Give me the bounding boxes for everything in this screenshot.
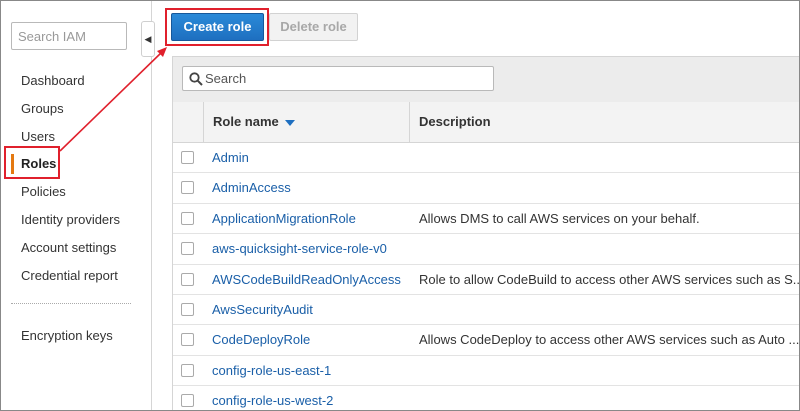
row-checkbox[interactable] <box>181 363 194 377</box>
sidebar-collapse-toggle[interactable]: ◀ <box>141 21 155 57</box>
sidebar: Dashboard Groups Users Roles Policies Id… <box>1 1 152 410</box>
sidebar-item-account-settings[interactable]: Account settings <box>1 234 151 262</box>
table-row: ApplicationMigrationRole Allows DMS to ca… <box>173 204 799 235</box>
column-separator <box>203 102 204 142</box>
role-name-link[interactable]: config-role-us-east-1 <box>212 356 331 386</box>
role-description: Role to allow CodeBuild to access other … <box>419 271 800 287</box>
row-checkbox[interactable] <box>181 242 194 256</box>
role-search-box[interactable] <box>182 66 494 91</box>
column-header-label: Role name <box>213 114 279 129</box>
delete-role-button: Delete role <box>269 13 358 41</box>
table-body: Admin AdminAccess ApplicationMigrationRo… <box>173 143 800 410</box>
iam-console: Dashboard Groups Users Roles Policies Id… <box>0 0 800 411</box>
role-search-input[interactable] <box>205 70 485 87</box>
table-filter-bar <box>173 57 799 103</box>
table-row: config-role-us-west-2 <box>173 386 799 410</box>
row-checkbox[interactable] <box>181 272 194 286</box>
column-header-role-name[interactable]: Role name <box>213 102 295 142</box>
sidebar-item-groups[interactable]: Groups <box>1 95 151 123</box>
table-row: AdminAccess <box>173 173 799 204</box>
table-row: AWSCodeBuildReadOnlyAccess Role to allow … <box>173 265 800 295</box>
role-description: Allows DMS to call AWS services on your … <box>419 210 700 226</box>
table-row: Admin <box>173 143 799 174</box>
sidebar-item-encryption-keys[interactable]: Encryption keys <box>21 322 113 349</box>
sidebar-divider <box>11 303 131 304</box>
table-row: config-role-us-east-1 <box>173 356 799 387</box>
role-name-link[interactable]: AwsSecurityAudit <box>212 295 313 325</box>
role-name-link[interactable]: CodeDeployRole <box>212 325 310 355</box>
column-header-description[interactable]: Description <box>419 102 491 142</box>
table-row: CodeDeployRole Allows CodeDeploy to acces… <box>173 325 800 356</box>
row-checkbox[interactable] <box>181 302 194 316</box>
table-row: aws-quicksight-service-role-v0 <box>173 234 799 265</box>
sidebar-item-credential-report[interactable]: Credential report <box>1 262 151 290</box>
roles-highlight-box <box>4 146 60 179</box>
role-name-link[interactable]: ApplicationMigrationRole <box>212 204 356 234</box>
row-checkbox[interactable] <box>181 394 194 408</box>
role-name-link[interactable]: Admin <box>212 143 249 173</box>
create-role-button[interactable]: Create role <box>171 13 264 41</box>
role-description: Allows CodeDeploy to access other AWS se… <box>419 332 800 348</box>
table-row: AwsSecurityAudit <box>173 295 799 326</box>
row-checkbox[interactable] <box>181 211 194 225</box>
row-checkbox[interactable] <box>181 333 194 347</box>
arrow-head-icon <box>157 47 167 57</box>
sidebar-item-dashboard[interactable]: Dashboard <box>1 67 151 95</box>
table-header: Role name Description <box>173 102 799 143</box>
sort-descending-icon <box>284 119 295 126</box>
sidebar-item-policies[interactable]: Policies <box>1 178 151 206</box>
role-name-link[interactable]: AdminAccess <box>212 173 291 203</box>
sidebar-item-identity-providers[interactable]: Identity providers <box>1 206 151 234</box>
search-iam-input[interactable] <box>11 22 127 50</box>
row-checkbox[interactable] <box>181 181 194 195</box>
row-checkbox[interactable] <box>181 151 194 164</box>
role-name-link[interactable]: config-role-us-west-2 <box>212 386 333 410</box>
search-icon <box>189 72 203 86</box>
column-separator <box>409 102 410 142</box>
role-name-link[interactable]: aws-quicksight-service-role-v0 <box>212 234 387 264</box>
roles-table: Role name Description Admin AdminAccess … <box>172 56 800 410</box>
role-name-link[interactable]: AWSCodeBuildReadOnlyAccess <box>212 265 401 295</box>
chevron-left-icon: ◀ <box>144 33 152 44</box>
